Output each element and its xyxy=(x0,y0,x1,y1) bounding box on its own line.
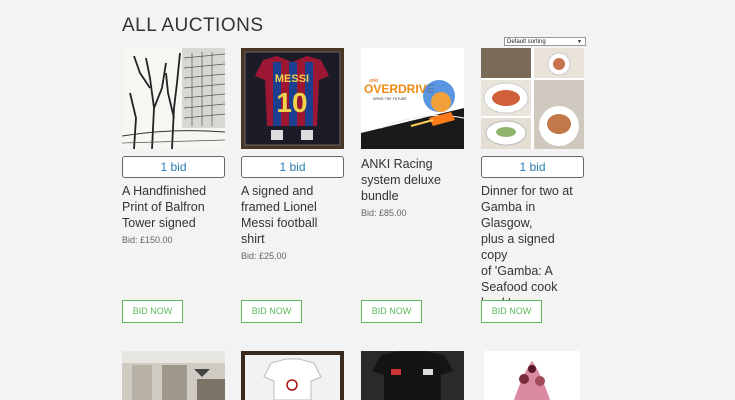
anki-overdrive-image: anki OVERDRIVE DRIVE THE FUTURE xyxy=(361,48,464,149)
product-image[interactable]: anki OVERDRIVE DRIVE THE FUTURE xyxy=(361,48,464,149)
product-card: 1 bid A Handfinished Print of Balfron To… xyxy=(122,48,225,245)
product-price: Bid: £25.00 xyxy=(241,251,287,261)
product-image[interactable] xyxy=(361,351,464,400)
product-image[interactable] xyxy=(122,351,225,400)
product-title[interactable]: Dinner for two at Gamba in Glasgow, plus… xyxy=(481,183,584,311)
bid-count-badge[interactable]: 1 bid xyxy=(122,156,225,178)
sort-dropdown[interactable]: Default sorting ▼ xyxy=(504,37,586,46)
messi-shirt-frame: MESSI 10 xyxy=(241,48,344,149)
gamba-food-collage xyxy=(481,48,584,149)
bid-now-button[interactable]: BID NOW xyxy=(481,300,542,323)
product-card: MESSI 10 1 bid A signed and framed Lione… xyxy=(241,48,344,261)
product-price: Bid: £85.00 xyxy=(361,208,407,218)
shirt-number-text: 10 xyxy=(276,87,307,118)
bid-now-button[interactable]: BID NOW xyxy=(361,300,422,323)
balfron-print-illustration xyxy=(122,48,225,149)
product-image[interactable] xyxy=(241,351,344,400)
bid-count-badge[interactable]: 1 bid xyxy=(481,156,584,178)
product-image[interactable]: MESSI 10 xyxy=(241,48,344,149)
shirt-name-text: MESSI xyxy=(275,73,309,85)
bid-now-button[interactable]: BID NOW xyxy=(241,300,302,323)
anki-tagline: DRIVE THE FUTURE xyxy=(373,97,407,101)
sort-selected-value: Default sorting xyxy=(507,39,546,45)
product-title[interactable]: A signed and framed Lionel Messi footbal… xyxy=(241,183,344,247)
page-title: ALL AUCTIONS xyxy=(122,14,264,36)
product-price: Bid: £150.00 xyxy=(122,235,173,245)
product-card: 1 bid Dinner for two at Gamba in Glasgow… xyxy=(481,48,584,325)
product-card: anki OVERDRIVE DRIVE THE FUTURE ANKI Rac… xyxy=(361,48,464,218)
product-image[interactable] xyxy=(481,48,584,149)
product-image[interactable] xyxy=(484,351,580,400)
product-image[interactable] xyxy=(122,48,225,149)
product-title[interactable]: ANKI Racing system deluxe bundle xyxy=(361,156,464,204)
product-title[interactable]: A Handfinished Print of Balfron Tower si… xyxy=(122,183,225,231)
chevron-down-icon: ▼ xyxy=(577,39,582,45)
bid-now-button[interactable]: BID NOW xyxy=(122,300,183,323)
bid-count-badge[interactable]: 1 bid xyxy=(241,156,344,178)
